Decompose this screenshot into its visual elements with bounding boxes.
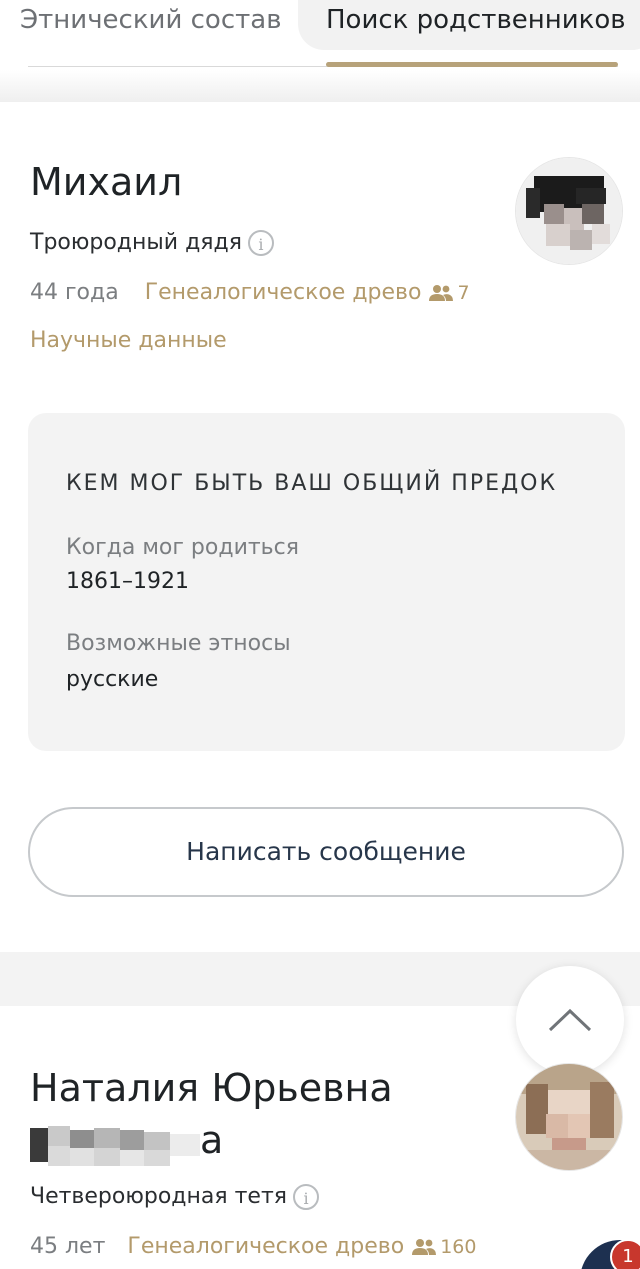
- relation-row: Четвероюродная тетя i: [30, 1184, 320, 1210]
- section-separator: [0, 70, 640, 102]
- birth-period-label: Когда мог родиться: [66, 535, 299, 560]
- surname-tail: а: [200, 1118, 224, 1162]
- age-label: 44 года: [30, 280, 119, 305]
- avatar[interactable]: [516, 1064, 622, 1170]
- family-tree-link[interactable]: Генеалогическое древо: [127, 1234, 404, 1259]
- scroll-to-top-button[interactable]: [516, 966, 624, 1074]
- meta-row: 45 лет Генеалогическое древо 160: [30, 1234, 476, 1262]
- age-label: 45 лет: [30, 1234, 106, 1259]
- relation-label: Четвероюродная тетя: [30, 1184, 288, 1209]
- tab-bar: Этнический состав Поиск родственников: [0, 0, 640, 67]
- family-tree-link[interactable]: Генеалогическое древо: [145, 280, 422, 305]
- ethnos-value: русские: [66, 667, 159, 692]
- avatar-image: [516, 158, 622, 264]
- people-icon: [429, 283, 454, 308]
- tree-count: 160: [440, 1236, 477, 1258]
- meta-row: 44 года Генеалогическое древо 7: [30, 280, 470, 308]
- relation-row: Троюродный дядя i: [30, 230, 274, 256]
- ancestor-title: КЕМ МОГ БЫТЬ ВАШ ОБЩИЙ ПРЕДОК: [66, 471, 558, 496]
- write-message-button[interactable]: Написать сообщение: [28, 807, 624, 897]
- avatar[interactable]: [516, 158, 622, 264]
- avatar-image: [516, 1064, 622, 1170]
- people-icon: [412, 1237, 437, 1262]
- info-icon[interactable]: i: [247, 230, 274, 256]
- relatives-search-page: Этнический состав Поиск родственников Ми…: [0, 0, 640, 1269]
- science-data-link[interactable]: Научные данные: [30, 328, 227, 353]
- relative-name: Наталия Юрьевна: [30, 1066, 393, 1110]
- info-icon[interactable]: i: [293, 1184, 320, 1210]
- relation-label: Троюродный дядя: [30, 230, 242, 255]
- notification-badge: 1: [610, 1239, 640, 1269]
- relative-name: Михаил: [30, 160, 183, 204]
- tab-ethnic-composition[interactable]: Этнический состав: [20, 0, 282, 50]
- birth-period-value: 1861–1921: [66, 569, 189, 594]
- chevron-up-icon: [548, 1008, 592, 1032]
- ethnos-label: Возможные этносы: [66, 631, 291, 656]
- tab-relatives-search-label: Поиск родственников: [326, 5, 626, 35]
- tab-relatives-search[interactable]: Поиск родственников: [298, 0, 640, 50]
- blurred-surname: [30, 1126, 200, 1166]
- common-ancestor-box: КЕМ МОГ БЫТЬ ВАШ ОБЩИЙ ПРЕДОК Когда мог …: [28, 413, 625, 751]
- active-tab-indicator: [326, 62, 618, 67]
- tree-count: 7: [457, 282, 470, 304]
